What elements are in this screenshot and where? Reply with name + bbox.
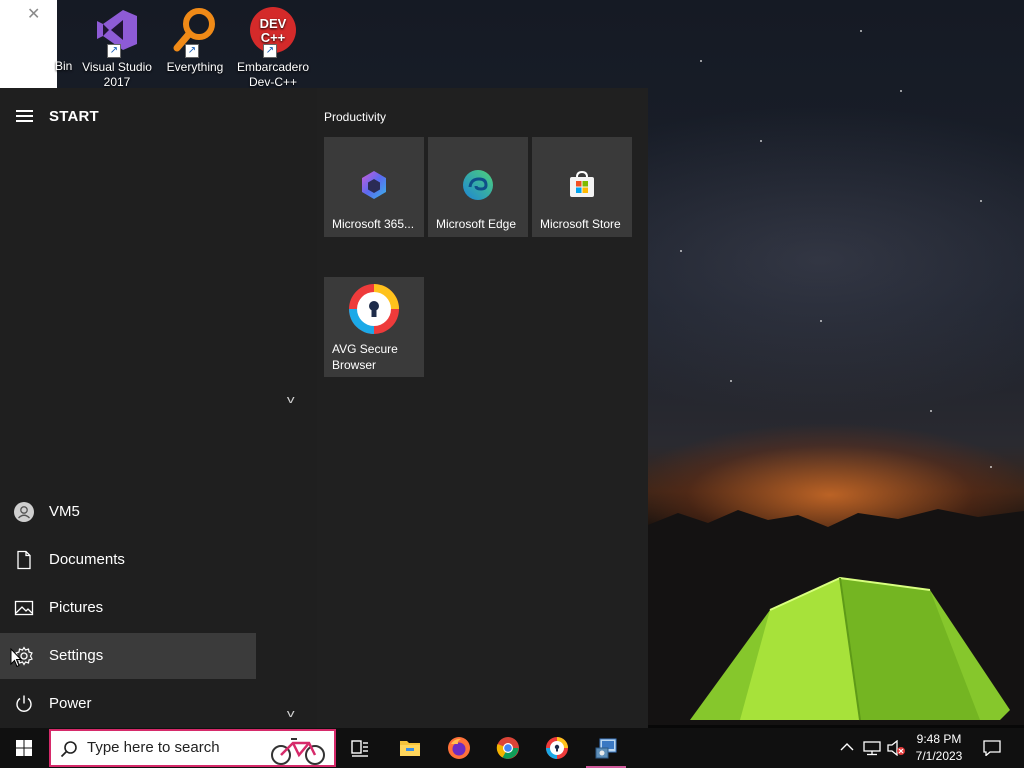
document-icon: [17, 550, 31, 570]
avg-browser-icon: [546, 737, 568, 759]
tray-overflow-button[interactable]: [836, 728, 858, 768]
recycle-bin-label[interactable]: Bin: [55, 59, 72, 73]
tile-group-title[interactable]: Productivity: [324, 110, 386, 124]
chevron-down-icon[interactable]: v: [287, 708, 295, 720]
sidebar-item-settings[interactable]: Settings: [0, 633, 256, 679]
start-menu-scroll-column: [257, 88, 317, 728]
start-button[interactable]: [0, 728, 48, 768]
start-menu-title: START: [49, 108, 99, 125]
volume-muted-icon: [887, 740, 905, 756]
sidebar-item-label: Pictures: [49, 599, 104, 616]
desktop-icon-devcpp[interactable]: DEV C++ ↗ Embarcadero Dev-C++: [234, 2, 312, 90]
search-icon: [60, 741, 77, 758]
chevron-down-icon[interactable]: v: [287, 394, 295, 406]
start-menu-sidebar: START VM5 Documents Pictures Settings Po…: [0, 88, 257, 728]
start-menu: START VM5 Documents Pictures Settings Po…: [0, 88, 648, 728]
visual-studio-icon: ↗: [93, 6, 141, 58]
tile-microsoft-store[interactable]: Microsoft Store: [532, 137, 632, 237]
svg-text:C++: C++: [261, 30, 286, 45]
firefox-icon: [448, 737, 470, 759]
svg-text:DEV: DEV: [260, 16, 287, 31]
edge-icon: [463, 170, 493, 200]
clock-date: 7/1/2023: [915, 749, 963, 763]
microsoft-365-icon: [362, 171, 386, 199]
tray-network[interactable]: [860, 728, 884, 768]
clock-time: 9:48 PM: [916, 732, 962, 746]
search-input[interactable]: [87, 739, 267, 756]
sidebar-item-label: Power: [49, 695, 92, 712]
taskbar: 9:48 PM 7/1/2023: [0, 728, 1024, 768]
user-avatar-icon: [14, 502, 34, 522]
taskbar-avg-browser[interactable]: [533, 728, 581, 768]
tray-volume[interactable]: [884, 728, 908, 768]
sidebar-item-documents[interactable]: Documents: [0, 537, 256, 583]
tile-microsoft-365[interactable]: Microsoft 365...: [324, 137, 424, 237]
desktop-icon-visual-studio[interactable]: ↗ Visual Studio 2017: [78, 2, 156, 90]
mouse-cursor-icon: [10, 648, 22, 668]
control-panel-icon: [595, 738, 617, 759]
power-icon: [16, 695, 32, 712]
taskbar-clock[interactable]: 9:48 PM 7/1/2023: [908, 731, 970, 765]
chrome-icon: [496, 737, 519, 759]
taskbar-control-panel[interactable]: [582, 728, 630, 768]
taskbar-search-box[interactable]: [49, 729, 336, 767]
notification-icon: [983, 740, 1001, 756]
close-icon[interactable]: ✕: [27, 4, 40, 24]
devcpp-icon: DEV C++ ↗: [249, 6, 297, 58]
taskbar-chrome[interactable]: [484, 728, 532, 768]
desktop-icon-label: Visual Studio: [82, 60, 152, 74]
sidebar-item-label: Documents: [49, 551, 125, 568]
sidebar-item-label: VM5: [49, 503, 80, 520]
everything-search-icon: ↗: [171, 6, 219, 58]
tent-illustration: [690, 576, 1010, 721]
hamburger-menu-icon[interactable]: [16, 110, 33, 122]
desktop-icon-everything[interactable]: ↗ Everything: [156, 2, 234, 75]
desktop-icon-label: Everything: [166, 60, 224, 74]
recycle-bin-window-fragment: ✕: [0, 0, 57, 88]
tile-label: Microsoft 365...: [332, 217, 415, 231]
task-view-icon: [351, 740, 368, 757]
tile-avg-secure-browser[interactable]: AVG Secure Browser: [324, 277, 424, 377]
sidebar-item-pictures[interactable]: Pictures: [0, 585, 256, 631]
sidebar-item-power[interactable]: Power: [0, 681, 256, 727]
start-menu-header[interactable]: START: [0, 100, 257, 134]
avg-browser-icon: [349, 284, 399, 334]
tile-microsoft-edge[interactable]: Microsoft Edge: [428, 137, 528, 237]
tile-label: Microsoft Store: [540, 217, 621, 231]
sidebar-item-user[interactable]: VM5: [0, 489, 256, 535]
task-view-button[interactable]: [336, 728, 384, 768]
action-center-button[interactable]: [976, 728, 1008, 768]
bicycle-illustration-icon: [271, 738, 325, 765]
sidebar-item-label: Settings: [49, 647, 104, 664]
desktop-icon-label: Embarcadero: [236, 60, 310, 74]
chevron-up-icon: [840, 743, 854, 751]
tile-label: Microsoft Edge: [436, 217, 517, 231]
taskbar-file-explorer[interactable]: [386, 728, 434, 768]
tile-label: AVG Secure Browser: [332, 342, 398, 372]
pictures-icon: [14, 600, 34, 616]
windows-logo-icon: [16, 740, 32, 756]
file-explorer-icon: [400, 741, 420, 756]
taskbar-firefox[interactable]: [435, 728, 483, 768]
network-icon: [863, 741, 881, 756]
store-icon: [570, 170, 594, 197]
